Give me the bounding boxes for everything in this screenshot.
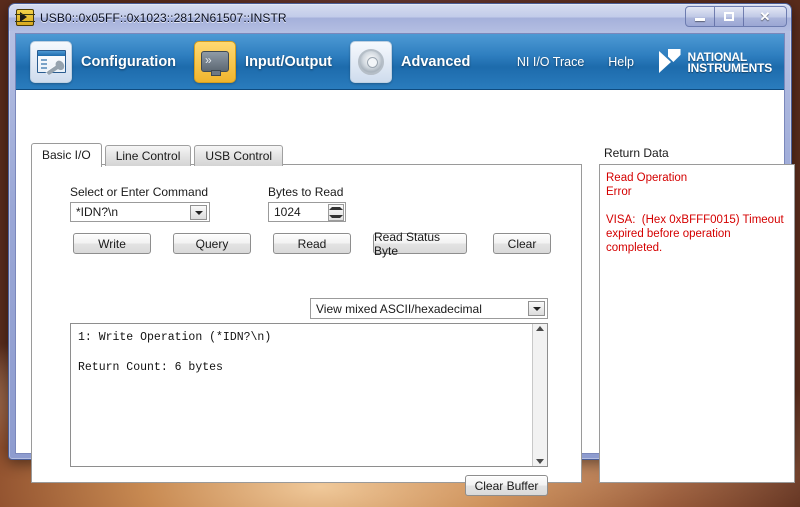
caret-up-icon[interactable]: [329, 205, 343, 213]
ni-visa-icon: [15, 9, 35, 26]
toolbar-item-configuration[interactable]: Configuration: [30, 40, 177, 83]
monitor-console-icon: [194, 40, 237, 83]
minimize-icon: [695, 17, 705, 21]
chevron-down-icon[interactable]: [528, 301, 545, 316]
close-icon: ✕: [759, 8, 771, 24]
io-output-textarea[interactable]: 1: Write Operation (*IDN?\n) Return Coun…: [70, 323, 548, 467]
command-value: *IDN?\n: [76, 205, 119, 219]
client-area: Configuration Input/Output Advanc: [15, 33, 795, 496]
gear-icon: [350, 40, 393, 83]
logo-line-2: INSTRUMENTS: [687, 60, 773, 75]
tab-line-control[interactable]: Line Control: [104, 145, 192, 166]
title-bar[interactable]: USB0::0x05FF::0x1023::2812N61507::INSTR …: [9, 4, 791, 31]
minimize-button[interactable]: [686, 7, 715, 26]
content-area: Basic I/O Line Control USB Control Selec…: [16, 90, 795, 496]
basic-io-panel: Select or Enter Command *IDN?\n Bytes to…: [31, 164, 582, 496]
configuration-window-wrench-icon: [30, 40, 72, 83]
main-toolbar: Configuration Input/Output Advanc: [16, 34, 784, 90]
query-button[interactable]: Query: [173, 233, 251, 254]
view-mode-combobox[interactable]: View mixed ASCII/hexadecimal: [310, 298, 548, 319]
read-status-byte-button[interactable]: Read Status Byte: [373, 230, 467, 258]
return-data-title: Return Data: [604, 146, 669, 160]
write-button[interactable]: Write: [73, 233, 151, 254]
quantity-stepper[interactable]: [328, 204, 344, 221]
ni-eagle-logo-icon: [658, 50, 684, 75]
toolbar-item-input-output[interactable]: Input/Output: [194, 40, 333, 83]
close-button[interactable]: ✕: [744, 7, 786, 26]
output-scrollbar[interactable]: [532, 324, 547, 466]
tab-strip: Basic I/O Line Control USB Control: [31, 142, 286, 167]
return-data-text: Read Operation Error VISA: (Hex 0xBFFF00…: [606, 172, 784, 254]
bytes-to-read-value: 1024: [274, 205, 301, 219]
view-mode-value: View mixed ASCII/hexadecimal: [316, 301, 482, 316]
national-instruments-logo: NATIONAL INSTRUMENTS: [658, 50, 773, 75]
clear-buffer-button[interactable]: Clear Buffer: [465, 475, 548, 496]
visa-test-panel-window: USB0::0x05FF::0x1023::2812N61507::INSTR …: [8, 3, 795, 496]
chevron-down-icon[interactable]: [190, 205, 207, 220]
read-button[interactable]: Read: [273, 233, 351, 254]
maximize-button[interactable]: [715, 7, 744, 26]
label-select-or-enter-command: Select or Enter Command: [70, 185, 209, 199]
maximize-icon: [724, 12, 734, 21]
bytes-to-read-input[interactable]: 1024: [268, 202, 346, 222]
scroll-up-arrow-icon[interactable]: [536, 326, 544, 331]
toolbar-link-help[interactable]: Help: [608, 55, 634, 69]
caret-down-icon[interactable]: [329, 213, 343, 221]
io-output-text: 1: Write Operation (*IDN?\n) Return Coun…: [78, 331, 272, 374]
window-controls: ✕: [685, 6, 787, 27]
toolbar-label-input-output: Input/Output: [245, 53, 333, 70]
window-title: USB0::0x05FF::0x1023::2812N61507::INSTR: [40, 10, 287, 25]
scroll-down-arrow-icon[interactable]: [536, 459, 544, 464]
clear-button[interactable]: Clear: [493, 233, 551, 254]
return-data-panel[interactable]: Read Operation Error VISA: (Hex 0xBFFF00…: [599, 164, 795, 483]
tab-usb-control[interactable]: USB Control: [194, 145, 284, 166]
label-bytes-to-read: Bytes to Read: [268, 185, 344, 199]
command-combobox[interactable]: *IDN?\n: [70, 202, 210, 222]
tab-basic-io[interactable]: Basic I/O: [31, 143, 102, 167]
toolbar-label-advanced: Advanced: [401, 53, 471, 70]
toolbar-label-configuration: Configuration: [81, 53, 177, 70]
toolbar-link-ni-io-trace[interactable]: NI I/O Trace: [517, 55, 584, 69]
toolbar-item-advanced[interactable]: Advanced: [350, 40, 471, 83]
